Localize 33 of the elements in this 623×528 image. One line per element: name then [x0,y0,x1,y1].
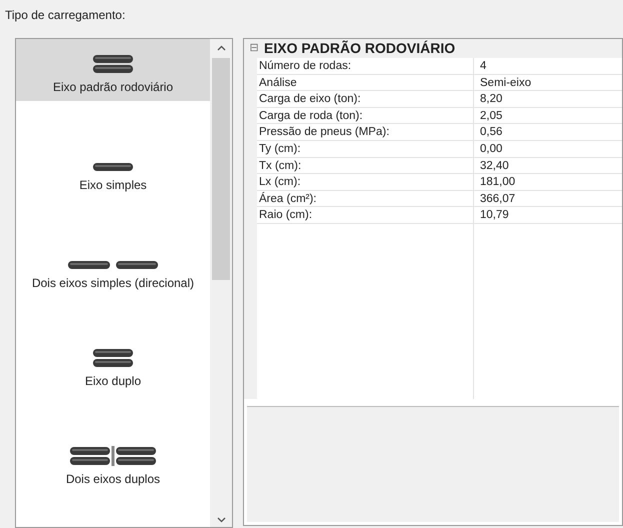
two-tires-icon [68,260,158,270]
property-name: Lx (cm): [257,174,474,190]
tire-icon [93,162,133,172]
property-name: Número de rodas: [257,58,474,74]
section-label: Tipo de carregamento: [5,7,126,24]
property-name: Carga de eixo (ton): [257,91,474,107]
property-value: 8,20 [479,92,504,107]
scroll-up-icon[interactable] [216,45,226,51]
scroll-thumb[interactable] [212,58,230,280]
load-type-item[interactable]: Eixo padrão rodoviário [16,39,210,101]
four-tires-icon [70,446,156,466]
category-title: EIXO PADRÃO RODOVIÁRIO [264,39,456,58]
property-value: 181,00 [479,175,516,190]
property-value: Semi-eixo [479,76,532,90]
property-name: Tx (cm): [257,158,474,174]
property-name: Carga de roda (ton): [257,108,474,124]
property-value: 366,07 [479,192,516,206]
property-name: Pressão de pneus (MPa): [257,124,474,140]
property-value: 32,40 [479,158,510,174]
scrollbar[interactable] [210,39,232,527]
stacked-tires-icon [93,54,133,74]
scroll-down-icon[interactable] [216,517,226,523]
stacked-tires-icon [93,348,133,368]
property-value: 0,56 [479,125,504,140]
collapse-toggle[interactable]: ⊟ [244,40,264,57]
property-value: 10,79 [479,208,510,223]
property-value: 0,00 [479,142,504,157]
property-name: Análise [257,74,474,90]
property-value: 4 [479,59,488,74]
property-name: Área (cm²): [257,190,474,206]
property-name: Raio (cm): [257,207,474,223]
property-name: Ty (cm): [257,140,474,157]
property-value: 2,05 [479,108,504,124]
